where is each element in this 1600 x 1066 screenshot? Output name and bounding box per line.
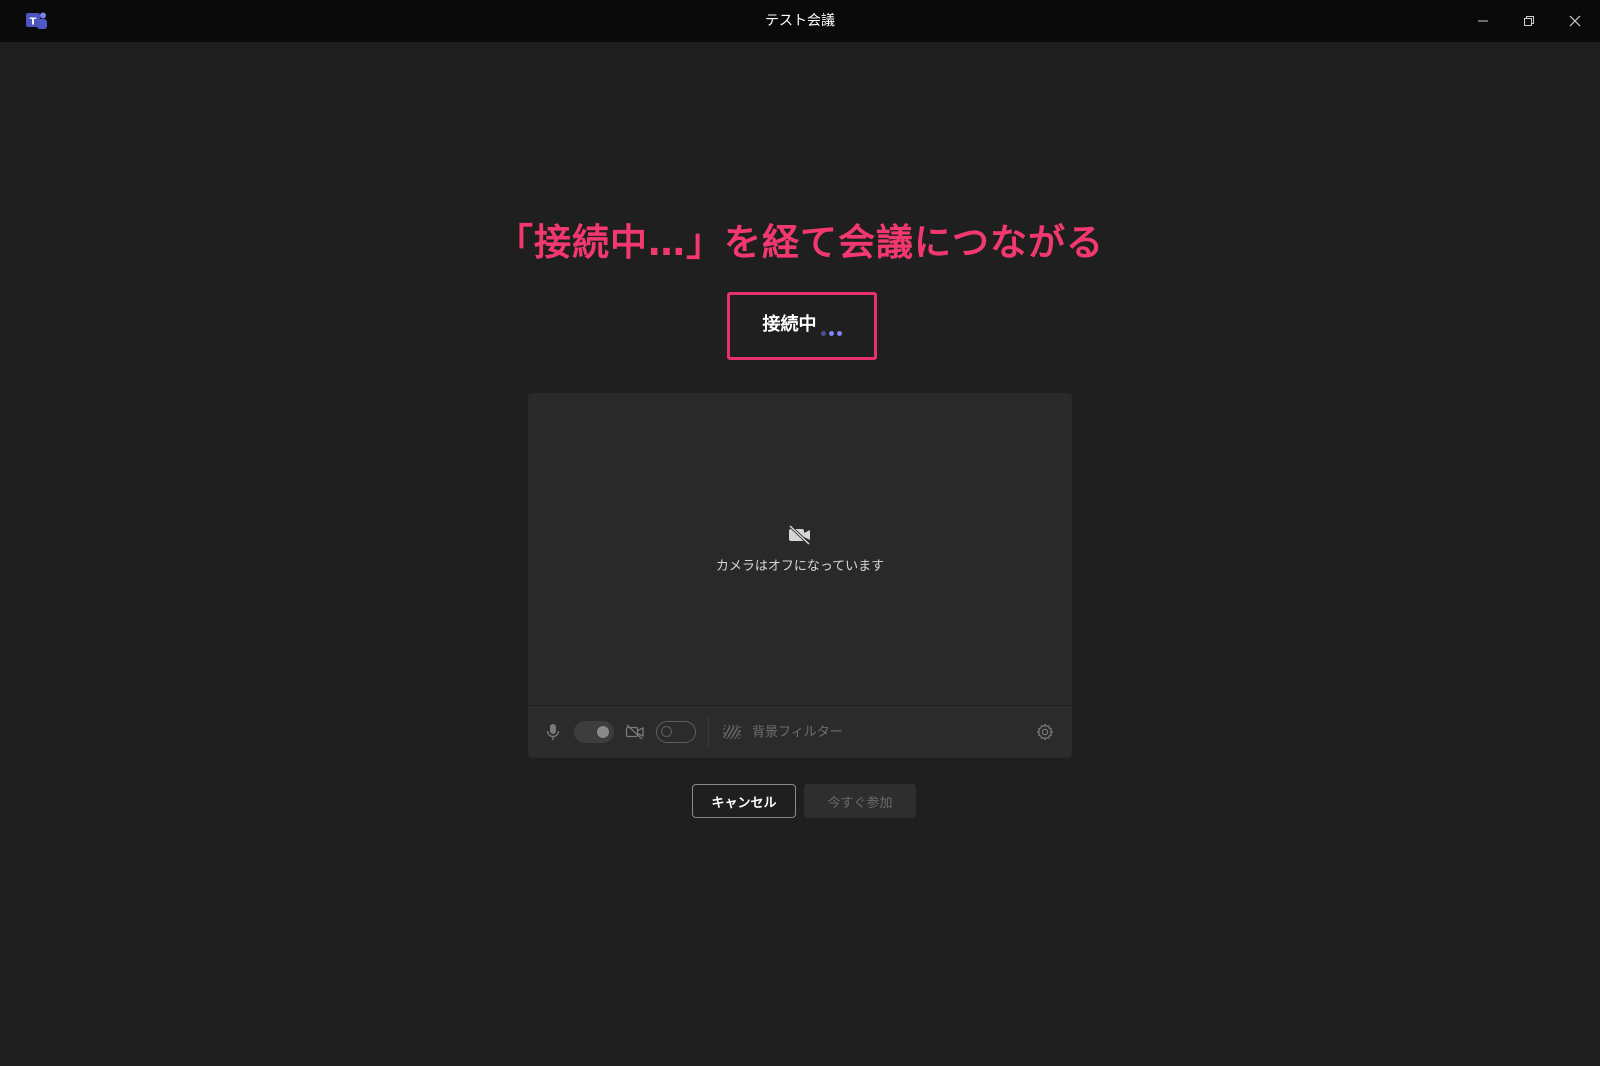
connecting-status: 接続中 [727, 292, 877, 360]
video-off-icon [787, 524, 813, 546]
microphone-toggle[interactable] [574, 721, 614, 743]
gear-icon[interactable] [1035, 722, 1055, 742]
video-off-icon[interactable] [624, 722, 646, 742]
background-filter-label[interactable]: 背景フィルター [752, 706, 843, 758]
video-area: カメラはオフになっています [528, 393, 1072, 705]
microphone-icon[interactable] [544, 722, 562, 742]
window-title: テスト会議 [765, 13, 835, 29]
title-bar: T テスト会議 [0, 0, 1600, 42]
annotation-caption: 「接続中…」を経て会議につながる [496, 221, 1104, 264]
minimize-icon[interactable] [1460, 0, 1506, 42]
device-controls: 背景フィルター [528, 705, 1072, 758]
status-label: 接続中 [762, 314, 817, 335]
loading-dots-icon [820, 330, 842, 336]
divider [708, 716, 709, 749]
camera-toggle[interactable] [656, 721, 696, 743]
restore-icon[interactable] [1506, 0, 1552, 42]
background-effects-icon[interactable] [722, 722, 742, 742]
camera-off-message: カメラはオフになっています [715, 559, 885, 574]
video-preview: カメラはオフになっています 背景フィルター [528, 393, 1072, 758]
cancel-button[interactable]: キャンセル [692, 784, 796, 818]
close-icon[interactable] [1552, 0, 1598, 42]
join-now-button[interactable]: 今すぐ参加 [804, 784, 916, 818]
